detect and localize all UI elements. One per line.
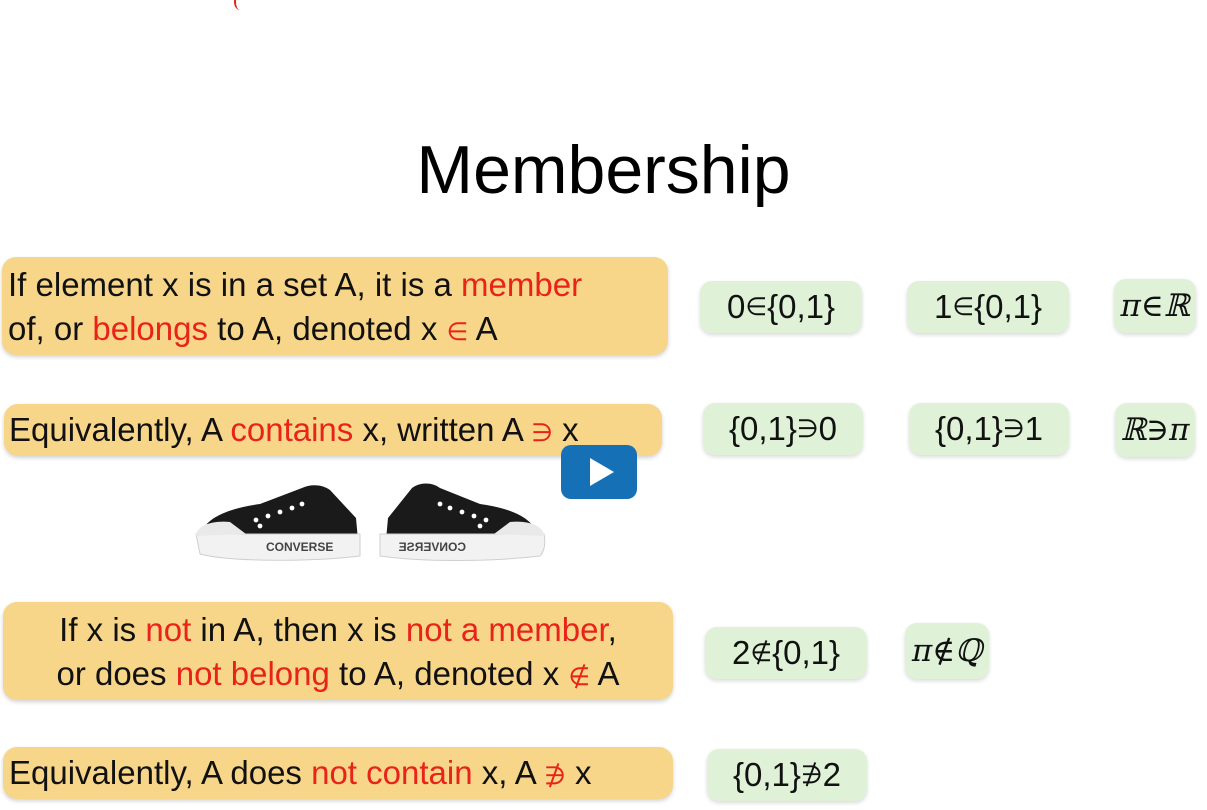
text: x: [553, 411, 579, 448]
term-member: member: [461, 266, 583, 303]
text: {0,1}: [767, 288, 836, 325]
text: 1: [1024, 410, 1044, 447]
red-pen-mark: [234, 0, 246, 10]
text: {0,1}: [934, 410, 1003, 447]
page-title: Membership: [416, 132, 791, 208]
text: 2: [731, 634, 751, 671]
term-not: not: [145, 611, 192, 648]
example-reals-contain-pi: ℝ∋π: [1115, 403, 1195, 457]
left-sneaker-brand: CONVERSE: [266, 540, 333, 554]
term-contains: contains: [230, 411, 354, 448]
example-2-not-in-set: 2 ∉ {0,1}: [705, 627, 867, 679]
text: of, or: [8, 310, 93, 347]
text: x, written A: [353, 411, 532, 448]
symbol-not-contains: ∌: [800, 761, 823, 789]
example-pi-in-reals: π∈ℝ: [1114, 279, 1196, 333]
text: ,: [607, 611, 617, 648]
symbol-element-of: ∈: [952, 293, 975, 321]
text: 1: [933, 288, 953, 325]
example-set-contains-1: {0,1} ∋ 1: [909, 403, 1069, 455]
text: 0: [726, 288, 746, 325]
text: Equivalently, A does: [9, 754, 312, 791]
text: Equivalently, A: [9, 411, 231, 448]
right-sneaker: CONVERSE: [379, 483, 546, 561]
text: in A, then x is: [191, 611, 406, 648]
definition-member-line1: If element x is in a set A, it is a memb…: [8, 263, 668, 307]
definition-not-contains: Equivalently, A does not contain x, A ∌ …: [3, 747, 673, 799]
text: A: [590, 655, 620, 692]
symbol-not-contains: ∌: [544, 762, 566, 790]
text: 0: [818, 410, 838, 447]
converse-sneakers-image: CONVERSE CONVERSE: [195, 483, 546, 561]
symbol-contains: ∋: [531, 419, 553, 447]
example-1-in-set: 1 ∈ {0,1}: [907, 281, 1069, 333]
left-sneaker: CONVERSE: [195, 485, 361, 561]
definition-not-member: If x is not in A, then x is not a member…: [3, 602, 673, 700]
example-set-not-contains-2: {0,1} ∌ 2: [707, 749, 867, 801]
example-pi-not-in-rationals: π∉ℚ: [905, 623, 989, 679]
symbol-element-of: ∈: [745, 293, 768, 321]
term-not-belong: not belong: [175, 655, 330, 692]
symbol-not-element-of: ∉: [750, 639, 773, 667]
text: to A, denoted x: [207, 310, 447, 347]
text: {0,1}: [772, 634, 841, 671]
text: or does: [56, 655, 176, 692]
term-not-a-member: not a member: [405, 611, 608, 648]
text: {0,1}: [974, 288, 1043, 325]
symbol-contains: ∋: [796, 415, 819, 443]
definition-not-member-line2: or does not belong to A, denoted x ∉ A: [3, 652, 673, 699]
example-set-contains-0: {0,1} ∋ 0: [703, 403, 863, 455]
text: x: [565, 754, 592, 791]
symbol-not-element-of: ∉: [568, 663, 591, 691]
text: If x is: [59, 611, 146, 648]
term-belongs: belongs: [92, 310, 208, 347]
symbol-element-of: ∈: [446, 318, 469, 346]
term-not-contain: not contain: [311, 754, 473, 791]
video-play-button[interactable]: [561, 445, 637, 499]
text: If element x is in a set A, it is a: [8, 266, 462, 303]
text: x, A: [472, 754, 545, 791]
text: 2: [822, 756, 842, 793]
example-0-in-set: 0 ∈ {0,1}: [700, 281, 862, 333]
play-icon: [590, 458, 614, 486]
definition-member: If element x is in a set A, it is a memb…: [2, 257, 668, 355]
text: {0,1}: [728, 410, 797, 447]
definition-not-member-line1: If x is not in A, then x is not a member…: [3, 608, 673, 652]
text: A: [468, 310, 498, 347]
definition-member-line2: of, or belongs to A, denoted x ∈ A: [8, 307, 668, 354]
right-sneaker-brand: CONVERSE: [399, 540, 466, 554]
symbol-contains: ∋: [1002, 415, 1025, 443]
text: {0,1}: [732, 756, 801, 793]
text: to A, denoted x: [329, 655, 569, 692]
